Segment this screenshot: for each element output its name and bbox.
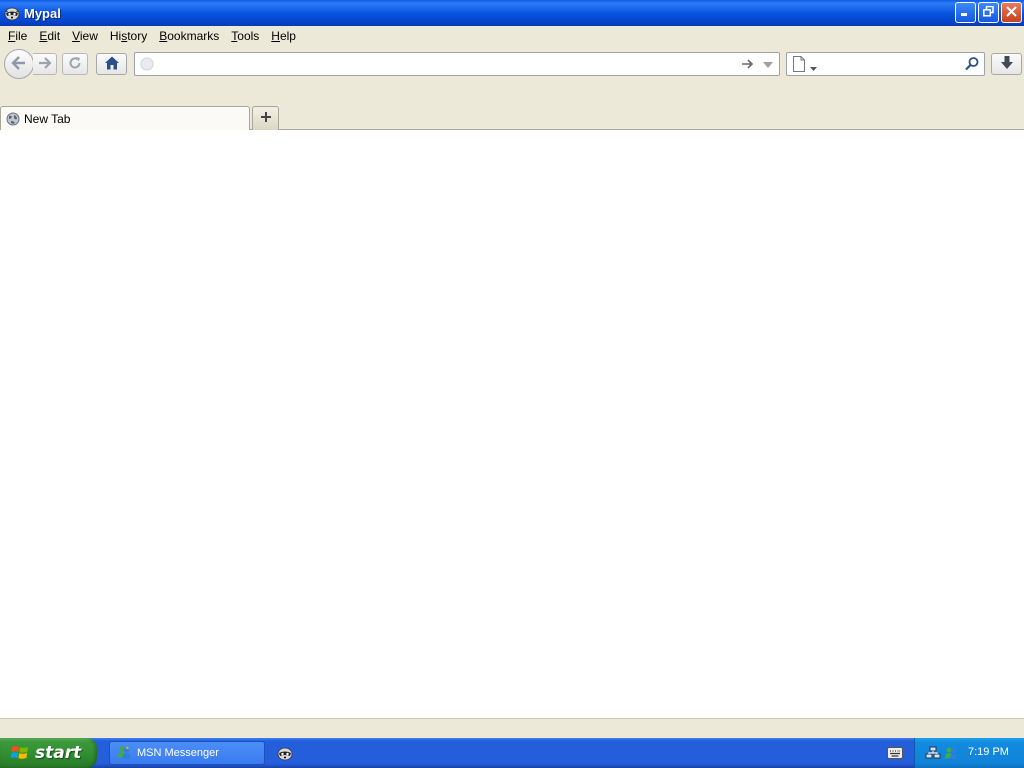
- minimize-button[interactable]: [955, 2, 976, 23]
- reload-icon: [67, 55, 83, 74]
- globe-icon: [5, 111, 21, 127]
- tab-new-tab[interactable]: New Tab: [0, 106, 250, 130]
- go-arrow-icon[interactable]: [741, 57, 755, 74]
- minimize-icon: [960, 6, 971, 20]
- taskbar-button-msn-messenger[interactable]: MSN Messenger: [109, 741, 265, 765]
- taskbar: start MSN Messenger 7:19 PM: [0, 738, 1024, 768]
- system-tray: 7:19 PM: [914, 738, 1024, 768]
- home-button[interactable]: [96, 53, 127, 75]
- menu-view-accel: V: [72, 29, 80, 43]
- msn-tray-icon[interactable]: [943, 745, 959, 764]
- new-tab-button[interactable]: [252, 106, 279, 130]
- menu-file[interactable]: File: [2, 29, 33, 43]
- menu-help-rest: elp: [279, 29, 296, 43]
- menu-view[interactable]: View: [66, 29, 104, 43]
- menu-help-accel: H: [271, 29, 280, 43]
- menu-bookmarks-rest: ookmarks: [167, 29, 220, 43]
- menu-history-rest: tory: [127, 29, 148, 43]
- menu-view-rest: iew: [79, 29, 98, 43]
- reload-button[interactable]: [62, 53, 88, 75]
- msn-messenger-icon: [116, 745, 132, 761]
- chevron-down-icon[interactable]: [810, 61, 817, 75]
- system-clock[interactable]: 7:19 PM: [968, 746, 1009, 758]
- search-bar[interactable]: [786, 52, 985, 76]
- forward-button[interactable]: [33, 53, 57, 75]
- tab-label: New Tab: [24, 111, 71, 126]
- plus-icon: [260, 111, 272, 126]
- menu-history[interactable]: History: [104, 29, 153, 43]
- menu-tools-rest: ools: [237, 29, 260, 43]
- mypal-raccoon-icon[interactable]: [277, 745, 293, 761]
- status-bar: [0, 718, 1024, 738]
- search-engine-icon[interactable]: [792, 56, 806, 75]
- menu-edit-rest: dit: [47, 29, 61, 43]
- window-title: Mypal: [24, 5, 61, 21]
- url-bar[interactable]: [134, 52, 780, 76]
- mypal-raccoon-icon: [4, 5, 20, 21]
- search-input[interactable]: [821, 55, 961, 73]
- forward-arrow-icon: [37, 55, 53, 74]
- keyboard-icon[interactable]: [887, 747, 903, 762]
- start-button[interactable]: start: [0, 738, 97, 768]
- close-icon: [1006, 5, 1017, 20]
- menu-bar: File Edit View History Bookmarks Tools H…: [0, 26, 1024, 46]
- site-identity-icon: [140, 57, 154, 74]
- menu-help[interactable]: Help: [265, 29, 302, 43]
- restore-button[interactable]: [978, 2, 999, 23]
- back-arrow-icon: [10, 54, 28, 75]
- url-input[interactable]: [159, 55, 729, 73]
- menu-history-pre: Hi: [109, 29, 122, 43]
- close-button[interactable]: [1001, 2, 1022, 23]
- navigation-toolbar: [0, 46, 1024, 82]
- tab-strip: New Tab: [0, 82, 1024, 130]
- download-arrow-icon: [999, 55, 1015, 74]
- menu-edit[interactable]: Edit: [33, 29, 66, 43]
- downloads-button[interactable]: [991, 53, 1022, 75]
- menu-file-rest: ile: [15, 29, 28, 43]
- page-content[interactable]: [0, 130, 1024, 718]
- menu-tools[interactable]: Tools: [225, 29, 265, 43]
- history-dropdown-icon[interactable]: [762, 57, 774, 74]
- back-button[interactable]: [4, 49, 34, 79]
- network-icon[interactable]: [925, 745, 941, 764]
- taskbar-button-label: MSN Messenger: [137, 747, 219, 759]
- menu-bookmarks[interactable]: Bookmarks: [153, 29, 225, 43]
- start-label: start: [35, 743, 82, 763]
- window-controls: [955, 2, 1022, 23]
- search-icon[interactable]: [964, 56, 980, 75]
- home-icon: [104, 55, 120, 74]
- restore-icon: [983, 5, 994, 20]
- title-bar[interactable]: Mypal: [0, 0, 1024, 26]
- windows-logo-icon: [10, 743, 30, 763]
